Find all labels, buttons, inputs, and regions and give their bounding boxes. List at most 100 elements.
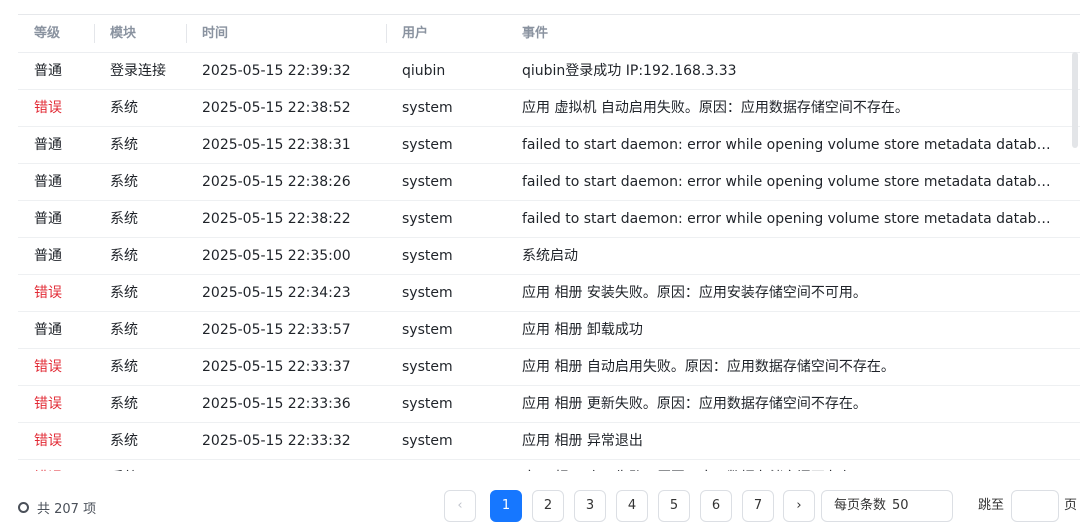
cell-user: system <box>402 100 453 116</box>
cell-level: 普通 <box>34 248 62 264</box>
cell-event: qiubin登录成功 IP:192.168.3.33 <box>522 63 737 79</box>
table-row[interactable]: 普通 系统 2025-05-15 22:38:31 system failed to s… <box>18 127 1080 164</box>
cell-user: system <box>402 285 453 301</box>
cell-event: 应用 相册 安装失败。原因：应用安装存储空间不可用。 <box>522 285 867 301</box>
cell-event: failed to start daemon: error while open… <box>522 174 1056 190</box>
chevron-right-icon: › <box>796 498 802 513</box>
next-page-button[interactable]: › <box>783 490 815 522</box>
cell-level: 普通 <box>34 174 62 190</box>
table-row[interactable]: 普通 系统 2025-05-15 22:33:57 system 应用 相册 卸载成功 <box>18 312 1080 349</box>
page-button-7[interactable]: 7 <box>742 490 774 522</box>
cell-module: 系统 <box>110 460 138 471</box>
prev-page-button[interactable]: ‹ <box>444 490 476 522</box>
cell-level: 错误 <box>34 433 62 449</box>
cell-module: 系统 <box>110 174 138 190</box>
cell-event: 系统启动 <box>522 248 578 264</box>
log-table: 等级 模块 时间 用户 事件 普通 登录连接 2025-05-15 22:39:32… <box>18 15 1080 471</box>
page-size-label: 每页条数 <box>834 498 887 513</box>
cell-user: system <box>402 396 453 412</box>
cell-user: system <box>402 211 453 227</box>
table-row[interactable]: 错误 系统 2025-05-15 22:33:32 system 应用 相册 异常退出 <box>18 423 1080 460</box>
table-row[interactable]: 普通 登录连接 2025-05-15 22:39:32 qiubin qiubin登录成… <box>18 53 1080 90</box>
page-button-6[interactable]: 6 <box>700 490 732 522</box>
table-row[interactable]: 普通 系统 2025-05-15 22:38:26 system failed to s… <box>18 164 1080 201</box>
cell-level: 错误 <box>34 460 62 471</box>
total-count: 共 207 项 <box>18 498 96 517</box>
cell-user: system <box>402 433 453 449</box>
goto-suffix: 页 <box>1064 498 1078 513</box>
cell-module: 系统 <box>110 285 138 301</box>
cell-event: 应用 相册 异常退出 <box>522 433 643 449</box>
cell-event: failed to start daemon: error while open… <box>522 211 1056 227</box>
cell-module: 系统 <box>110 248 138 264</box>
page-button-3[interactable]: 3 <box>574 490 606 522</box>
table-row[interactable]: 错误 系统 2025-05-15 22:33:36 system 应用 相册 更新失败。… <box>18 386 1080 423</box>
cell-module: 系统 <box>110 433 138 449</box>
cell-event: failed to start daemon: error while open… <box>522 137 1056 153</box>
cell-time: 2025-05-15 22:38:52 <box>202 100 351 116</box>
table-row[interactable]: 错误 系统 2025-05-15 22:33:05 system 应用 相册 启用失败。… <box>18 460 1080 471</box>
cell-time: 2025-05-15 22:33:57 <box>202 322 351 338</box>
cell-time: 2025-05-15 22:38:26 <box>202 174 351 190</box>
cell-module: 系统 <box>110 137 138 153</box>
cell-time: 2025-05-15 22:38:22 <box>202 211 351 227</box>
cell-user: system <box>402 359 453 375</box>
header-time[interactable]: 时间 <box>185 15 228 52</box>
cell-level: 普通 <box>34 322 62 338</box>
table-row[interactable]: 错误 系统 2025-05-15 22:33:37 system 应用 相册 自动启用失… <box>18 349 1080 386</box>
page-size-select[interactable]: 每页条数 50 <box>821 490 953 522</box>
cell-module: 系统 <box>110 322 138 338</box>
cell-time: 2025-05-15 22:33:05 <box>202 460 351 471</box>
cell-module: 登录连接 <box>110 63 166 79</box>
cell-module: 系统 <box>110 396 138 412</box>
cell-event: 应用 相册 自动启用失败。原因：应用数据存储空间不存在。 <box>522 359 895 375</box>
table-header: 等级 模块 时间 用户 事件 <box>18 15 1080 53</box>
cell-time: 2025-05-15 22:35:00 <box>202 248 351 264</box>
cell-event: 应用 虚拟机 自动启用失败。原因：应用数据存储空间不存在。 <box>522 100 909 116</box>
cell-user: qiubin <box>402 63 446 79</box>
total-label: 共 207 项 <box>37 502 97 517</box>
vertical-scrollbar[interactable] <box>1072 52 1078 148</box>
goto-label: 跳至 <box>978 498 1005 513</box>
cell-module: 系统 <box>110 359 138 375</box>
info-icon <box>18 502 29 513</box>
goto-page-input[interactable] <box>1011 490 1059 522</box>
cell-event: 应用 相册 更新失败。原因：应用数据存储空间不存在。 <box>522 396 867 412</box>
cell-level: 错误 <box>34 359 62 375</box>
table-body: 普通 登录连接 2025-05-15 22:39:32 qiubin qiubin登录成… <box>18 53 1080 471</box>
cell-user: system <box>402 248 453 264</box>
table-row[interactable]: 错误 系统 2025-05-15 22:38:52 system 应用 虚拟机 自动启用… <box>18 90 1080 127</box>
cell-level: 普通 <box>34 137 62 153</box>
table-row[interactable]: 普通 系统 2025-05-15 22:38:22 system failed to s… <box>18 201 1080 238</box>
page-button-5[interactable]: 5 <box>658 490 690 522</box>
header-level[interactable]: 等级 <box>34 15 60 52</box>
header-module[interactable]: 模块 <box>93 15 136 52</box>
cell-time: 2025-05-15 22:33:32 <box>202 433 351 449</box>
page-button-2[interactable]: 2 <box>532 490 564 522</box>
cell-user: system <box>402 174 453 190</box>
cell-module: 系统 <box>110 100 138 116</box>
header-event[interactable]: 事件 <box>522 15 1056 52</box>
page-button-1[interactable]: 1 <box>490 490 522 522</box>
cell-level: 普通 <box>34 211 62 227</box>
cell-user: system <box>402 137 453 153</box>
page-button-4[interactable]: 4 <box>616 490 648 522</box>
cell-level: 普通 <box>34 63 62 79</box>
cell-time: 2025-05-15 22:33:37 <box>202 359 351 375</box>
cell-user: system <box>402 460 453 471</box>
chevron-left-icon: ‹ <box>457 498 463 513</box>
table-row[interactable]: 错误 系统 2025-05-15 22:34:23 system 应用 相册 安装失败。… <box>18 275 1080 312</box>
cell-event: 应用 相册 卸载成功 <box>522 322 643 338</box>
cell-level: 错误 <box>34 100 62 116</box>
cell-user: system <box>402 322 453 338</box>
cell-time: 2025-05-15 22:34:23 <box>202 285 351 301</box>
table-row[interactable]: 普通 系统 2025-05-15 22:35:00 system 系统启动 <box>18 238 1080 275</box>
cell-time: 2025-05-15 22:33:36 <box>202 396 351 412</box>
cell-level: 错误 <box>34 285 62 301</box>
page-size-value: 50 <box>892 498 909 513</box>
cell-event: 应用 相册 启用失败。原因：应用数据存储空间不存在。 <box>522 460 1056 471</box>
pagination-bar: 共 207 项 ‹ 1234567 › 每页条数 50 跳至 页 <box>0 486 1080 526</box>
cell-module: 系统 <box>110 211 138 227</box>
header-user[interactable]: 用户 <box>385 15 428 52</box>
cell-time: 2025-05-15 22:39:32 <box>202 63 351 79</box>
